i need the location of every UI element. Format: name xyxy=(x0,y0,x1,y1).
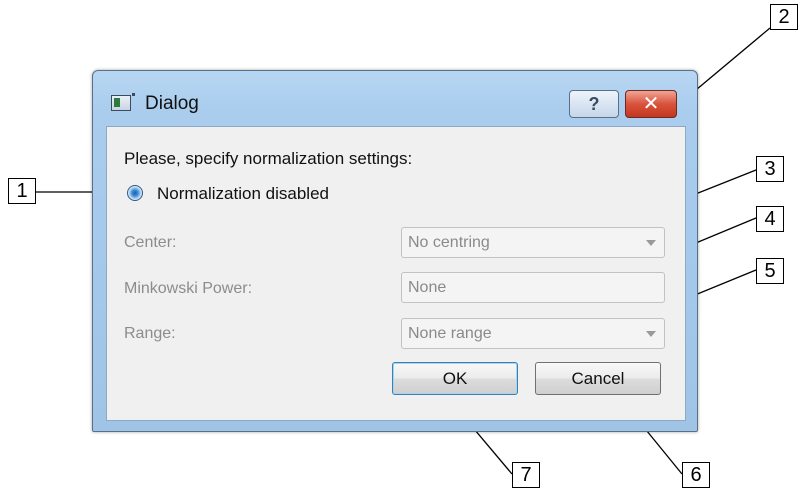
minkowski-power-label: Minkowski Power: xyxy=(124,280,253,297)
help-button[interactable]: ? xyxy=(569,90,619,118)
callout-1: 1 xyxy=(8,178,36,204)
chevron-down-icon xyxy=(646,240,656,246)
range-label: Range: xyxy=(124,325,176,342)
range-value: None range xyxy=(408,325,492,342)
normalization-disabled-label[interactable]: Normalization disabled xyxy=(157,184,329,204)
callout-2: 2 xyxy=(770,4,798,30)
dialog-window: Dialog ? ✕ Please, specify normalization… xyxy=(92,70,698,432)
question-mark-icon: ? xyxy=(588,94,600,114)
normalization-disabled-radio[interactable] xyxy=(127,185,143,201)
minkowski-power-value: None xyxy=(408,279,447,296)
callout-7: 7 xyxy=(512,462,540,488)
center-label: Center: xyxy=(124,234,177,251)
chevron-down-icon xyxy=(646,331,656,337)
range-combobox[interactable]: None range xyxy=(401,318,665,349)
cancel-button[interactable]: Cancel xyxy=(535,362,661,395)
center-value: No centring xyxy=(408,234,490,251)
callout-6: 6 xyxy=(682,462,710,488)
close-x-icon: ✕ xyxy=(642,93,660,115)
close-button[interactable]: ✕ xyxy=(625,90,677,118)
minkowski-power-field[interactable]: None xyxy=(401,272,665,303)
callout-5: 5 xyxy=(756,258,784,284)
callout-3: 3 xyxy=(756,156,784,182)
ok-button[interactable]: OK xyxy=(392,362,518,395)
dialog-content: Please, specify normalization settings: … xyxy=(106,126,686,421)
center-combobox[interactable]: No centring xyxy=(401,227,665,258)
settings-prompt: Please, specify normalization settings: xyxy=(124,149,413,168)
title-bar[interactable]: Dialog ? ✕ xyxy=(93,71,697,125)
callout-4: 4 xyxy=(756,206,784,232)
window-title: Dialog xyxy=(145,93,199,114)
dialog-app-icon xyxy=(111,93,135,111)
